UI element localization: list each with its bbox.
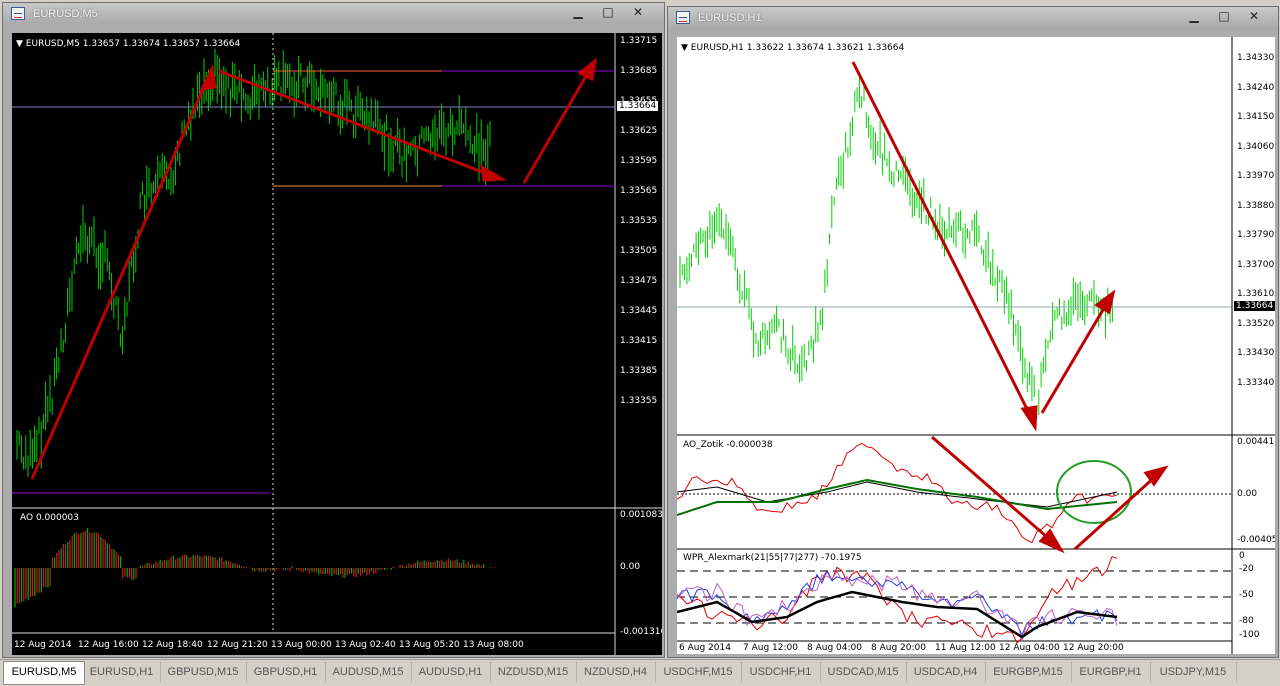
wpr-level-label: 0: [1239, 551, 1245, 561]
maximize-button[interactable]: □: [1209, 8, 1239, 25]
chart-tab[interactable]: AUDUSD,M15: [325, 662, 412, 682]
chart-info-label: ▼ EURUSD,M5 1.33657 1.33674 1.33657 1.33…: [16, 39, 241, 49]
chart-tab[interactable]: EURGBP,M15: [985, 662, 1072, 682]
price-level-label: 1.33415: [620, 336, 658, 346]
ao-label: AO 0.000003: [20, 513, 79, 523]
price-level-label: 1.34060: [1237, 142, 1275, 152]
time-label: 8 Aug 20:00: [871, 643, 926, 653]
chart-tab[interactable]: AUDUSD,H1: [411, 662, 491, 682]
chart-window-eurusd-h1[interactable]: EURUSD,H1 ▁ □ ✕ ▼ EURUSD,H1 1.33622 1.33…: [667, 6, 1279, 658]
window-title: EURUSD,H1: [698, 12, 762, 24]
price-level-label: 1.33610: [1237, 289, 1275, 299]
chart-tab[interactable]: NZDUSD,M15: [490, 662, 577, 682]
wpr-label: WPR_Alexmark(21|55|77|277) -70.1975: [683, 553, 862, 563]
time-label: 13 Aug 02:40: [335, 640, 396, 650]
price-level-label: 1.33715: [620, 36, 658, 46]
price-level-label: 1.33520: [1237, 319, 1275, 329]
chart-tab[interactable]: USDJPY,M15: [1150, 662, 1237, 682]
price-chart-svg[interactable]: [12, 33, 662, 655]
chart-tab[interactable]: USDCAD,M15: [820, 662, 907, 682]
time-label: 12 Aug 20:00: [1063, 643, 1124, 653]
close-button[interactable]: ✕: [1239, 8, 1269, 25]
chart-tab[interactable]: GBPUSD,M15: [160, 662, 247, 682]
trend-arrows: [30, 57, 598, 480]
current-price-label: 1.33664: [617, 101, 659, 111]
time-label: 12 Aug 2014: [14, 640, 72, 650]
chart-area[interactable]: ▼ EURUSD,M5 1.33657 1.33674 1.33657 1.33…: [12, 33, 662, 655]
price-level-label: 1.33595: [620, 156, 658, 166]
time-label: 12 Aug 18:40: [142, 640, 203, 650]
price-level-label: 1.33970: [1237, 171, 1275, 181]
price-level-label: 1.33535: [620, 216, 658, 226]
price-level-label: 1.33340: [1237, 378, 1275, 388]
ao-zotik-level-label: 0.004417: [1237, 437, 1275, 447]
chart-info-label: ▼ EURUSD,H1 1.33622 1.33674 1.33621 1.33…: [681, 43, 905, 53]
time-label: 12 Aug 21:20: [207, 640, 268, 650]
ao-level-label: 0.001083: [620, 510, 662, 520]
ao-zotik-level-label: -0.004057: [1237, 535, 1275, 545]
time-label: 12 Aug 16:00: [78, 640, 139, 650]
chart-tab[interactable]: USDCHF,H1: [741, 662, 821, 682]
price-level-label: 1.33685: [620, 66, 658, 76]
wpr-level-label: -20: [1239, 564, 1254, 574]
chart-window-icon: [676, 11, 690, 24]
maximize-button[interactable]: □: [593, 4, 623, 21]
ao-histogram: [14, 528, 498, 608]
price-level-label: 1.33385: [620, 366, 658, 376]
time-label: 7 Aug 12:00: [743, 643, 798, 653]
price-level-label: 1.33355: [620, 396, 658, 406]
current-price-label: 1.33664: [1234, 301, 1275, 311]
price-level-label: 1.33565: [620, 186, 658, 196]
wpr-level-label: -100: [1239, 630, 1260, 640]
price-level-label: 1.33505: [620, 246, 658, 256]
price-level-label: 1.33445: [620, 306, 658, 316]
price-level-label: 1.33880: [1237, 201, 1275, 211]
price-level-label: 1.33790: [1237, 230, 1275, 240]
chart-tab[interactable]: EURGBP,H1: [1071, 662, 1151, 682]
chart-tab[interactable]: NZDUSD,H4: [576, 662, 656, 682]
time-label: 6 Aug 2014: [679, 643, 731, 653]
close-button[interactable]: ✕: [623, 4, 653, 21]
window-titlebar[interactable]: EURUSD,M5 ▁ □ ✕: [3, 3, 664, 25]
chart-tab[interactable]: EURUSD,H1: [83, 662, 161, 682]
wpr-level-label: -50: [1239, 590, 1254, 600]
chart-info-text: EURUSD,H1 1.33622 1.33674 1.33621 1.3366…: [690, 43, 905, 53]
minimize-button[interactable]: ▁: [563, 4, 593, 21]
ao-level-label: -0.001316: [620, 627, 662, 637]
time-label: 13 Aug 08:00: [463, 640, 524, 650]
price-level-label: 1.34330: [1237, 53, 1275, 63]
wpr-level-label: -80: [1239, 616, 1254, 626]
window-title: EURUSD,M5: [33, 8, 98, 20]
time-label: 11 Aug 12:00: [935, 643, 996, 653]
chart-tabs-bar: EURUSD,M5 EURUSD,H1 GBPUSD,M15 GBPUSD,H1 AUD…: [0, 659, 1280, 686]
minimize-button[interactable]: ▁: [1179, 8, 1209, 25]
chart-tab[interactable]: USDCAD,H4: [906, 662, 986, 682]
chart-area[interactable]: ▼ EURUSD,H1 1.33622 1.33674 1.33621 1.33…: [677, 37, 1275, 654]
chart-window-icon: [11, 7, 25, 20]
price-level-label: 1.33700: [1237, 260, 1275, 270]
price-level-label: 1.33625: [620, 126, 658, 136]
chart-tab[interactable]: GBPUSD,H1: [246, 662, 326, 682]
chart-tab[interactable]: EURUSD,M5: [3, 661, 85, 685]
time-label: 8 Aug 04:00: [807, 643, 862, 653]
chart-window-eurusd-m5[interactable]: EURUSD,M5 ▁ □ ✕ ▼ EURUSD,M5 1.33657 1.33…: [2, 2, 665, 658]
time-label: 13 Aug 05:20: [399, 640, 460, 650]
chart-tab[interactable]: USDCHF,M15: [655, 662, 742, 682]
candles-series: [16, 49, 491, 477]
ao-zotik-level-label: 0.00: [1237, 489, 1258, 499]
ao-zotik-label: AO_Zotik -0.000038: [683, 440, 773, 450]
window-titlebar[interactable]: EURUSD,H1 ▁ □ ✕: [668, 7, 1278, 29]
price-level-label: 1.34150: [1237, 112, 1275, 122]
ao-level-label: 0.00: [620, 562, 641, 572]
price-level-label: 1.34240: [1237, 83, 1275, 93]
price-level-label: 1.33475: [620, 276, 658, 286]
chart-info-text: EURUSD,M5 1.33657 1.33674 1.33657 1.3366…: [25, 39, 241, 49]
time-label: 13 Aug 00:00: [271, 640, 332, 650]
time-label: 12 Aug 04:00: [999, 643, 1060, 653]
price-level-label: 1.33430: [1237, 348, 1275, 358]
